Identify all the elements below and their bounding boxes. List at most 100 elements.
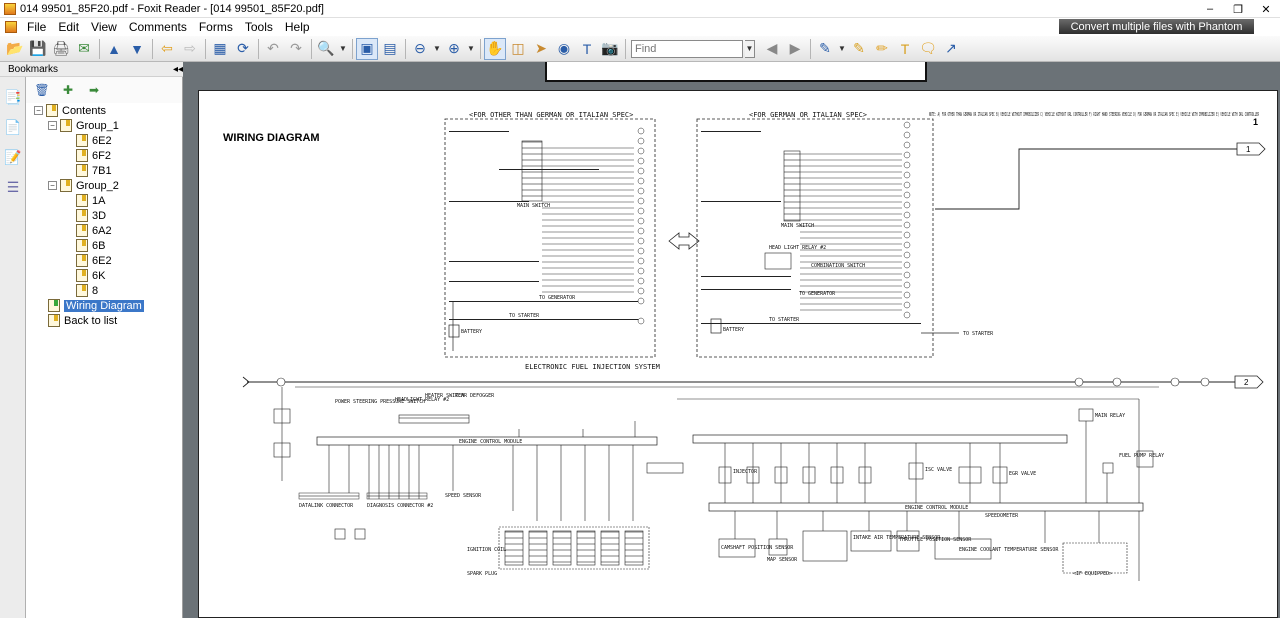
bookmark-label: 6E2 xyxy=(92,254,112,267)
undo-icon[interactable]: ↶ xyxy=(262,38,284,60)
bookmark-6f2[interactable]: 6F2 xyxy=(76,148,111,163)
delete-bookmark-icon[interactable]: 🗑 xyxy=(32,80,52,100)
bookmark-wiring-diagram[interactable]: Wiring Diagram xyxy=(48,298,144,313)
zoom-dropdown-icon[interactable]: ▼ xyxy=(338,38,348,60)
title-bar: 014 99501_85F20.pdf - Foxit Reader - [01… xyxy=(0,0,1280,18)
bookmark-6k[interactable]: 6K xyxy=(76,268,105,283)
marquee-icon[interactable]: ◫ xyxy=(507,38,529,60)
bookmark-label: 6B xyxy=(92,239,106,252)
bookmark-icon xyxy=(60,119,72,132)
toolbar-divider xyxy=(810,38,811,59)
document-viewport[interactable]: WIRING DIAGRAM 1 NOTE: A) FOR OTHER THAN… xyxy=(183,62,1280,618)
bookmark-icon xyxy=(76,239,88,252)
select-text-icon[interactable]: T xyxy=(576,38,598,60)
print-icon[interactable]: 🖨 xyxy=(50,38,72,60)
window-title: 014 99501_85F20.pdf - Foxit Reader - [01… xyxy=(20,2,324,15)
bookmark-back-to-list[interactable]: Back to list xyxy=(48,313,117,328)
collapse-contents-icon[interactable]: − xyxy=(34,106,43,115)
redo-icon[interactable]: ↷ xyxy=(285,38,307,60)
menu-forms[interactable]: Forms xyxy=(193,18,239,36)
forward-arrow-icon[interactable]: ⇨ xyxy=(179,38,201,60)
zoom-out-icon[interactable]: ⊖ xyxy=(409,38,431,60)
typewriter-icon[interactable]: ✎ xyxy=(814,38,836,60)
ecm-label-right: ENGINE CONTROL MODULE xyxy=(905,505,968,511)
bookmark-6a2[interactable]: 6A2 xyxy=(76,223,112,238)
select-arrow-icon[interactable]: ➤ xyxy=(530,38,552,60)
typewriter-dropdown-icon[interactable]: ▼ xyxy=(837,38,847,60)
find-dropdown-icon[interactable]: ▼ xyxy=(745,39,755,58)
fit-page-icon[interactable]: ▣ xyxy=(356,37,378,60)
bookmark-label: Contents xyxy=(62,104,107,117)
bookmark-label: 8 xyxy=(92,284,99,297)
menu-help[interactable]: Help xyxy=(279,18,316,36)
bookmark-group-1[interactable]: − Group_1 xyxy=(48,118,119,133)
save-icon[interactable]: 💾 xyxy=(27,38,49,60)
pencil-icon[interactable]: ✏ xyxy=(871,38,893,60)
snapshot-icon[interactable]: 📷 xyxy=(599,38,621,60)
open-icon[interactable]: 📂 xyxy=(4,38,26,60)
isc-valve-label: ISC VALVE xyxy=(925,467,952,473)
connector-1-label: 1 xyxy=(1246,145,1251,154)
bookmark-icon xyxy=(76,269,88,282)
collapse-group-2-icon[interactable]: − xyxy=(48,181,57,190)
toolbar-divider xyxy=(99,38,100,59)
find-input[interactable] xyxy=(631,39,743,58)
bookmark-7b1[interactable]: 7B1 xyxy=(76,163,112,178)
zoom-in-icon[interactable]: ⊕ xyxy=(443,38,465,60)
collapse-group-1-icon[interactable]: − xyxy=(48,121,57,130)
previous-page-icon[interactable]: ▲ xyxy=(103,38,125,60)
toolbar-divider xyxy=(480,38,481,59)
email-icon[interactable]: ✉ xyxy=(73,38,95,60)
zoom-in-dropdown-icon[interactable]: ▼ xyxy=(466,38,476,60)
bookmark-1a[interactable]: 1A xyxy=(76,193,105,208)
bookmarks-panel-icon[interactable]: 📑 xyxy=(3,86,23,108)
rotate-view-icon[interactable]: ⟳ xyxy=(232,38,254,60)
next-page-icon[interactable]: ▼ xyxy=(126,38,148,60)
bookmark-6b[interactable]: 6B xyxy=(76,238,105,253)
binoculars-icon[interactable]: ◉ xyxy=(553,38,575,60)
arrow-annotation-icon[interactable]: ↗ xyxy=(940,38,962,60)
bookmark-6e2[interactable]: 6E2 xyxy=(76,133,112,148)
textbox-icon[interactable]: T xyxy=(894,38,916,60)
menu-file[interactable]: File xyxy=(21,18,52,36)
bookmark-icon xyxy=(76,194,88,207)
move-bookmark-icon[interactable]: ➡ xyxy=(84,80,104,100)
toolbar-divider xyxy=(311,38,312,59)
zoom-icon[interactable]: 🔍 xyxy=(315,38,337,60)
menu-comments[interactable]: Comments xyxy=(123,18,193,36)
bookmark-label: 3D xyxy=(92,209,107,222)
connector-1-tag xyxy=(1236,142,1266,156)
highlight-icon[interactable]: ✎ xyxy=(848,38,870,60)
collapse-panel-icon[interactable]: ◂◂ xyxy=(173,64,183,75)
find-next-icon[interactable]: ▶ xyxy=(784,38,806,60)
menu-view[interactable]: View xyxy=(85,18,123,36)
page-layout-icon[interactable]: ▦ xyxy=(209,38,231,60)
diagnosis-connector-label: DIAGNOSIS CONNECTOR #2 xyxy=(367,503,433,509)
menu-edit[interactable]: Edit xyxy=(52,18,85,36)
bookmark-group-2[interactable]: − Group_2 xyxy=(48,178,119,193)
layers-panel-icon[interactable]: ☰ xyxy=(3,176,23,198)
spark-plug-label: SPARK PLUG xyxy=(467,571,497,577)
note-icon[interactable]: 🗨 xyxy=(917,38,939,60)
close-button[interactable]: ✕ xyxy=(1252,0,1280,18)
menu-tools[interactable]: Tools xyxy=(239,18,279,36)
datalink-connector-label: DATALINK CONNECTOR xyxy=(299,503,354,509)
zoom-out-dropdown-icon[interactable]: ▼ xyxy=(432,38,442,60)
fit-width-icon[interactable]: ▤ xyxy=(379,38,401,60)
connector-2-label: 2 xyxy=(1244,378,1249,387)
find-previous-icon[interactable]: ◀ xyxy=(761,38,783,60)
hand-tool-icon[interactable]: ✋ xyxy=(484,37,506,60)
add-bookmark-icon[interactable]: ✚ xyxy=(58,80,78,100)
bookmark-6e2-group2[interactable]: 6E2 xyxy=(76,253,112,268)
promo-banner[interactable]: Convert multiple files with Phantom xyxy=(1059,19,1254,34)
back-arrow-icon[interactable]: ⇦ xyxy=(156,38,178,60)
bookmark-3d[interactable]: 3D xyxy=(76,208,106,223)
bookmark-contents[interactable]: − Contents xyxy=(34,103,106,118)
document-menu-icon[interactable] xyxy=(5,21,17,33)
bookmark-icon xyxy=(76,284,88,297)
restore-button[interactable]: ❐ xyxy=(1224,0,1252,18)
minimize-button[interactable]: – xyxy=(1196,0,1224,18)
bookmark-8[interactable]: 8 xyxy=(76,283,98,298)
pages-panel-icon[interactable]: 📄 xyxy=(3,116,23,138)
comments-panel-icon[interactable]: 📝 xyxy=(3,146,23,168)
